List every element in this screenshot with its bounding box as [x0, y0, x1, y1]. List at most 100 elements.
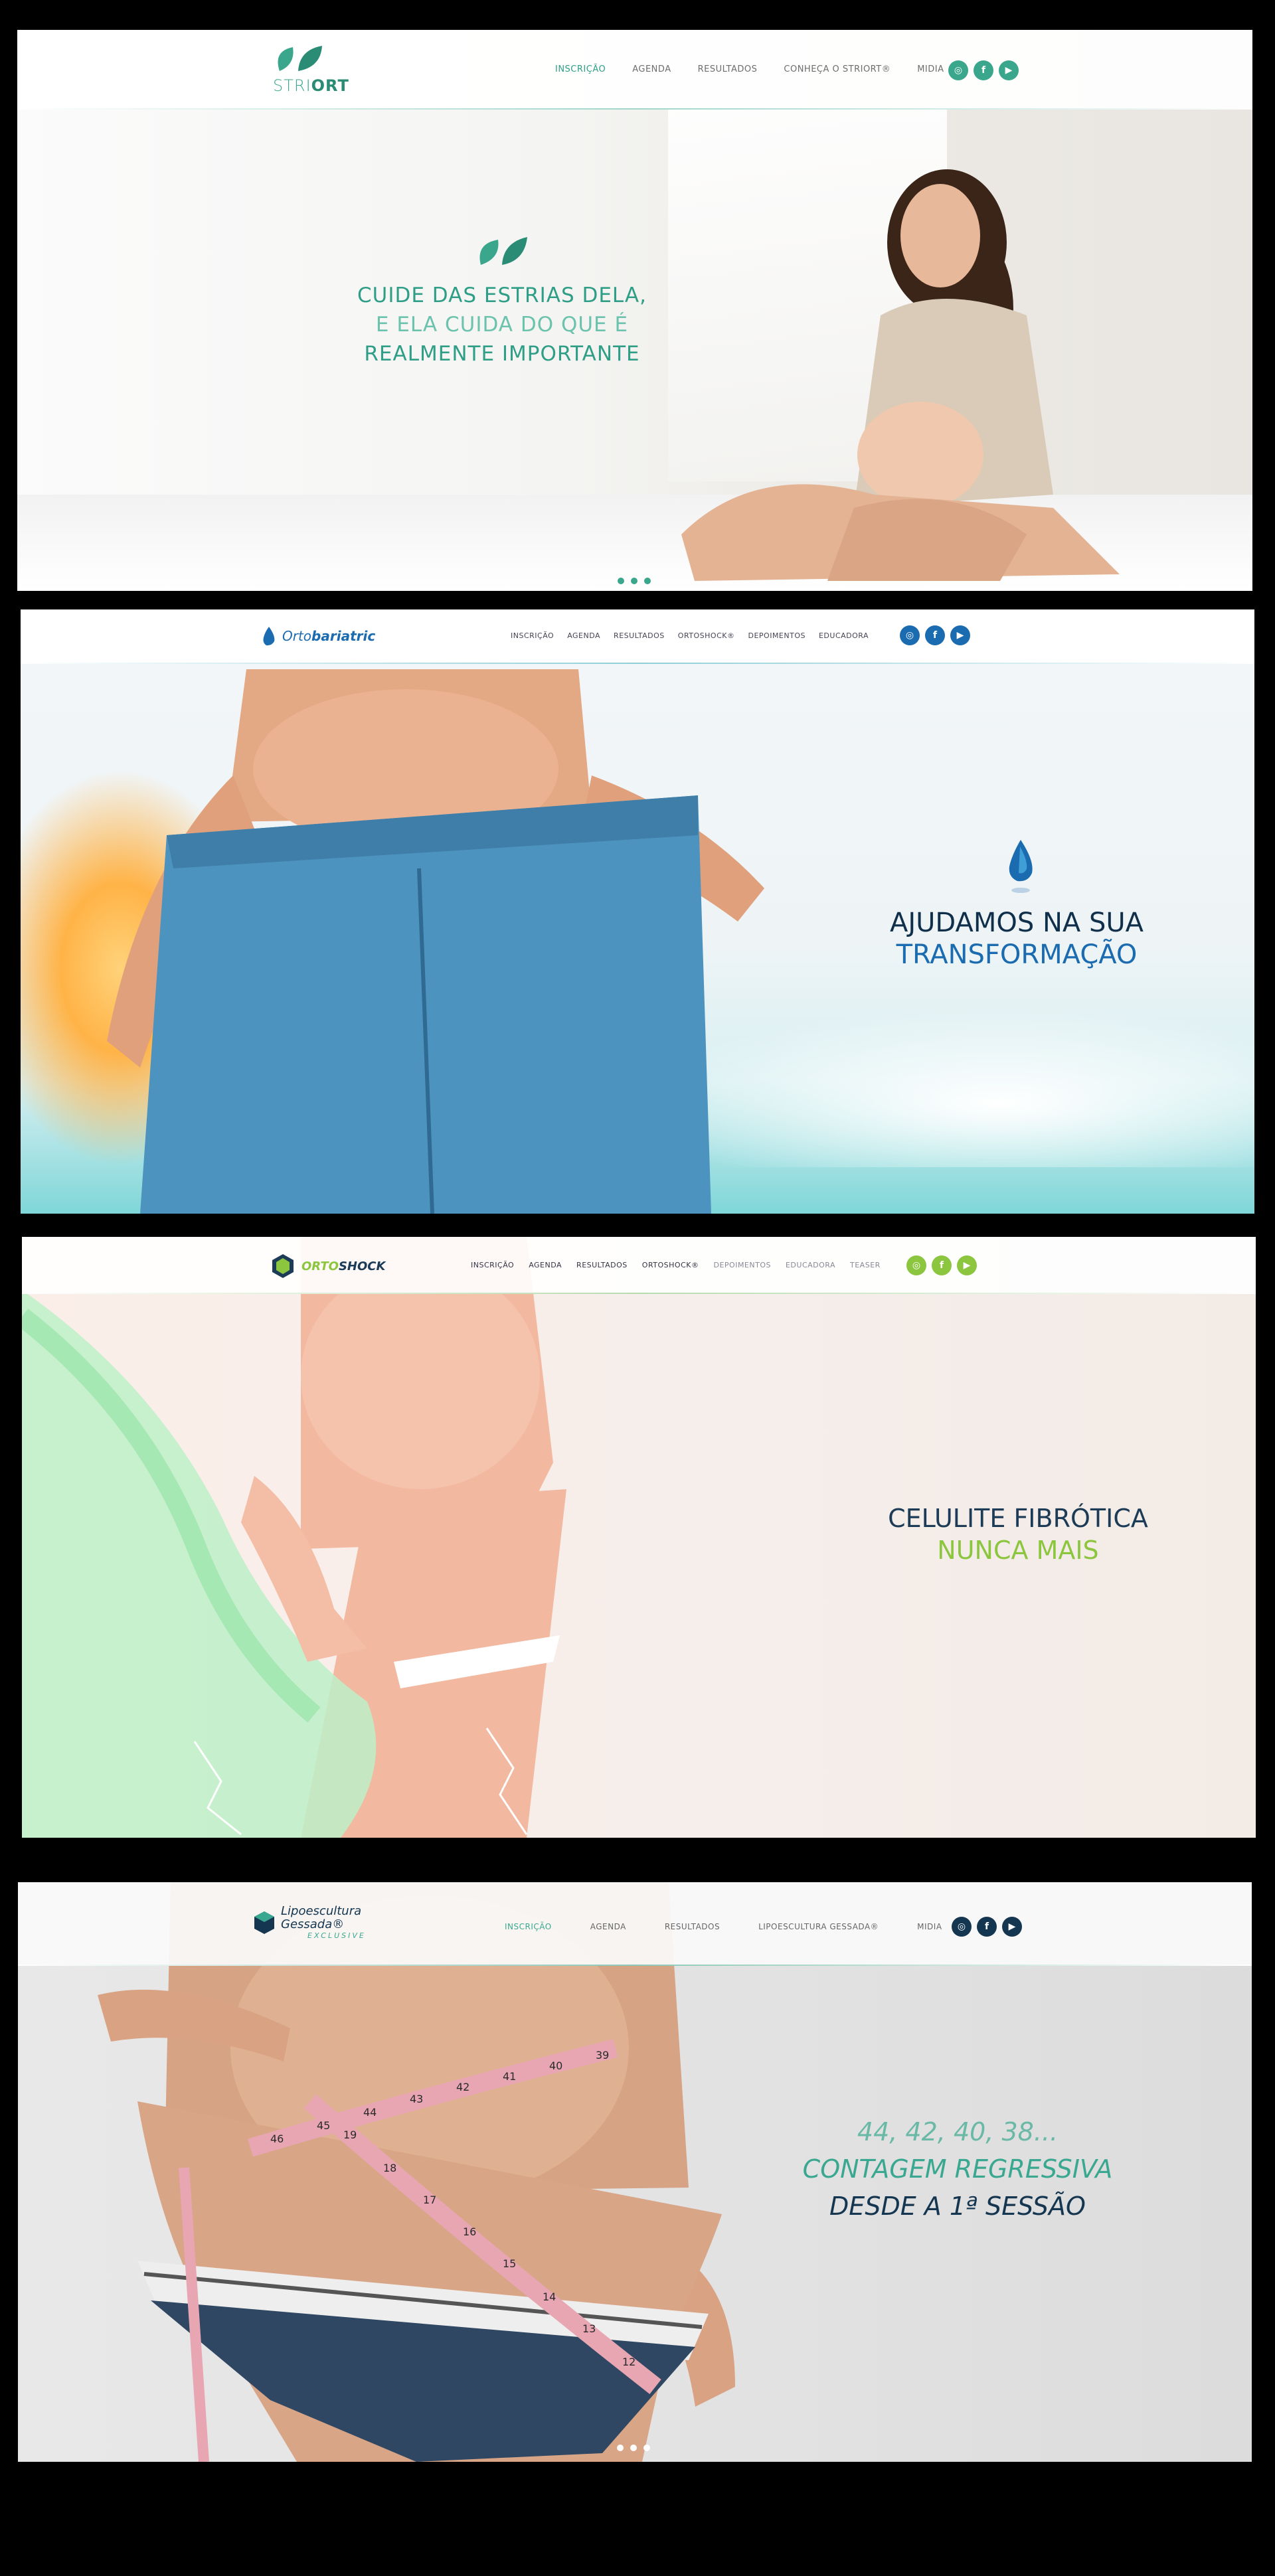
instagram-icon[interactable]: ◎ — [948, 60, 968, 80]
facebook-icon[interactable]: f — [925, 625, 945, 645]
facebook-icon[interactable]: f — [932, 1255, 952, 1275]
nav-item-agenda[interactable]: AGENDA — [529, 1261, 562, 1269]
ortobariatric-logo[interactable]: Ortobariatric — [261, 625, 375, 647]
striort-logo[interactable]: STRIORT — [273, 44, 349, 95]
tape-number: 44 — [363, 2106, 377, 2119]
headline-line-2: E ELA CUIDA DO QUE É — [375, 313, 629, 337]
carousel-dot[interactable] — [631, 578, 638, 584]
hero-headline: CELULITE FIBRÓTICA NUNCA MAIS — [845, 1502, 1191, 1566]
nav-item-conheca[interactable]: CONHEÇA O STRIORT® — [784, 64, 891, 74]
lipoescultura-panel: 46 45 44 43 42 41 40 39 19 18 17 16 15 1… — [18, 1882, 1252, 2462]
hero-headline: 44, 42, 40, 38... CONTAGEM REGRESSIVA DE… — [758, 2113, 1157, 2225]
nav-item-educadora[interactable]: EDUCADORA — [819, 631, 869, 640]
tape-number: 43 — [410, 2093, 423, 2105]
brand-name: ORTOSHOCK — [301, 1259, 385, 1273]
nav-item-teaser[interactable]: TEASER — [850, 1261, 881, 1269]
nav-item-midia[interactable]: MIDIA — [917, 1922, 942, 1931]
nav-item-agenda[interactable]: AGENDA — [567, 631, 600, 640]
tape-number: 15 — [503, 2257, 516, 2270]
tape-number: 12 — [622, 2356, 636, 2368]
headline-line-1: CELULITE FIBRÓTICA — [888, 1504, 1148, 1533]
nav-item-educadora[interactable]: EDUCADORA — [786, 1261, 835, 1269]
carousel-dot[interactable] — [643, 2445, 650, 2451]
pregnant-woman-image — [681, 169, 1120, 581]
youtube-icon[interactable]: ▶ — [1002, 1917, 1022, 1937]
nav-item-depoimentos[interactable]: DEPOIMENTOS — [713, 1261, 771, 1269]
carousel-dot[interactable] — [630, 2445, 637, 2451]
carousel-dot[interactable] — [618, 578, 624, 584]
headline-line-1: CUIDE DAS ESTRIAS DELA, — [357, 283, 647, 307]
hero-headline: CUIDE DAS ESTRIAS DELA, E ELA CUIDA DO Q… — [336, 281, 668, 368]
brand-part-1: Orto — [282, 628, 312, 644]
facebook-icon[interactable]: f — [977, 1917, 997, 1937]
tape-number: 41 — [503, 2070, 516, 2083]
woman-silk-image — [22, 1237, 566, 1838]
facebook-icon[interactable]: f — [974, 60, 993, 80]
tape-number: 18 — [383, 2162, 396, 2174]
social-links: ◎ f ▶ — [906, 1255, 977, 1275]
nav-item-ortoshock[interactable]: ORTOSHOCK® — [678, 631, 735, 640]
headline-line-2: TRANSFORMAÇÃO — [896, 939, 1138, 970]
ortoshock-panel: ORTOSHOCK INSCRIÇÃO AGENDA RESULTADOS OR… — [22, 1237, 1256, 1838]
nav-item-inscricao[interactable]: INSCRIÇÃO — [505, 1922, 552, 1931]
nav-item-inscricao[interactable]: INSCRIÇÃO — [555, 64, 606, 74]
header-divider — [21, 663, 1254, 664]
nav-item-resultados[interactable]: RESULTADOS — [698, 64, 758, 74]
nav-item-depoimentos[interactable]: DEPOIMENTOS — [748, 631, 806, 640]
brand-part-2: ORT — [311, 76, 349, 95]
carousel-dots — [618, 578, 651, 584]
tape-number: 45 — [317, 2119, 330, 2132]
nav-item-inscricao[interactable]: INSCRIÇÃO — [471, 1261, 514, 1269]
drop-icon — [1009, 840, 1033, 893]
cube-logo-icon — [254, 1911, 274, 1934]
nav-item-resultados[interactable]: RESULTADOS — [614, 631, 665, 640]
woman-measuring-tape-image: 46 45 44 43 42 41 40 39 19 18 17 16 15 1… — [98, 1882, 735, 2462]
ortobariatric-panel: Ortobariatric INSCRIÇÃO AGENDA RESULTADO… — [21, 609, 1254, 1214]
header-divider — [18, 1965, 1252, 1966]
main-nav: INSCRIÇÃO AGENDA RESULTADOS ORTOSHOCK® D… — [471, 1261, 881, 1269]
nav-item-agenda[interactable]: AGENDA — [590, 1922, 626, 1931]
brand-sub: EXCLUSIVE — [307, 1931, 366, 1940]
tape-number: 46 — [270, 2133, 284, 2145]
leaf-logo-icon — [278, 46, 322, 71]
nav-item-resultados[interactable]: RESULTADOS — [665, 1922, 720, 1931]
brand-part-2: bariatric — [311, 628, 376, 644]
headline-line-1: AJUDAMOS NA SUA — [889, 908, 1144, 938]
tape-number: 39 — [596, 2049, 609, 2061]
brand-name: Lipoescultura Gessada® — [281, 1904, 362, 1931]
brand-block: Lipoescultura Gessada® EXCLUSIVE — [281, 1904, 394, 1941]
nav-item-ortoshock[interactable]: ORTOSHOCK® — [642, 1261, 699, 1269]
tape-number: 40 — [549, 2059, 562, 2072]
carousel-dot[interactable] — [617, 2445, 624, 2451]
leaf-icon — [479, 237, 527, 265]
brand-name: STRIORT — [273, 76, 349, 95]
lipoescultura-logo[interactable]: Lipoescultura Gessada® EXCLUSIVE — [253, 1905, 394, 1940]
youtube-icon[interactable]: ▶ — [957, 1255, 977, 1275]
instagram-icon[interactable]: ◎ — [900, 625, 920, 645]
instagram-icon[interactable]: ◎ — [952, 1917, 972, 1937]
brand-part-1: ORTO — [301, 1259, 339, 1273]
youtube-icon[interactable]: ▶ — [999, 60, 1019, 80]
headline-line-3: REALMENTE IMPORTANTE — [364, 342, 640, 366]
nav-item-inscricao[interactable]: INSCRIÇÃO — [511, 631, 554, 640]
brand-part-1: STRI — [273, 76, 311, 95]
social-links: ◎ f ▶ — [952, 1917, 1022, 1937]
tape-number: 14 — [543, 2291, 556, 2303]
tape-number: 13 — [582, 2322, 596, 2335]
youtube-icon[interactable]: ▶ — [950, 625, 970, 645]
nav-item-midia[interactable]: MIDIA — [917, 64, 944, 74]
headline-line-3: DESDE A 1ª SESSÃO — [829, 2192, 1086, 2221]
tape-number: 19 — [343, 2129, 357, 2141]
ortoshock-logo[interactable]: ORTOSHOCK — [270, 1253, 385, 1279]
nav-item-resultados[interactable]: RESULTADOS — [576, 1261, 628, 1269]
instagram-icon[interactable]: ◎ — [906, 1255, 926, 1275]
nav-item-lipoescultura[interactable]: LIPOESCULTURA GESSADA® — [758, 1922, 879, 1931]
tape-number: 16 — [463, 2225, 476, 2238]
headline-line-2: NUNCA MAIS — [937, 1536, 1099, 1565]
brand-name: Ortobariatric — [282, 628, 375, 644]
social-links: ◎ f ▶ — [900, 625, 970, 645]
carousel-dot[interactable] — [644, 578, 651, 584]
nav-item-agenda[interactable]: AGENDA — [632, 64, 671, 74]
tape-number: 17 — [423, 2194, 436, 2206]
hero-headline: AJUDAMOS NA SUA TRANSFORMAÇÃO — [844, 907, 1189, 971]
